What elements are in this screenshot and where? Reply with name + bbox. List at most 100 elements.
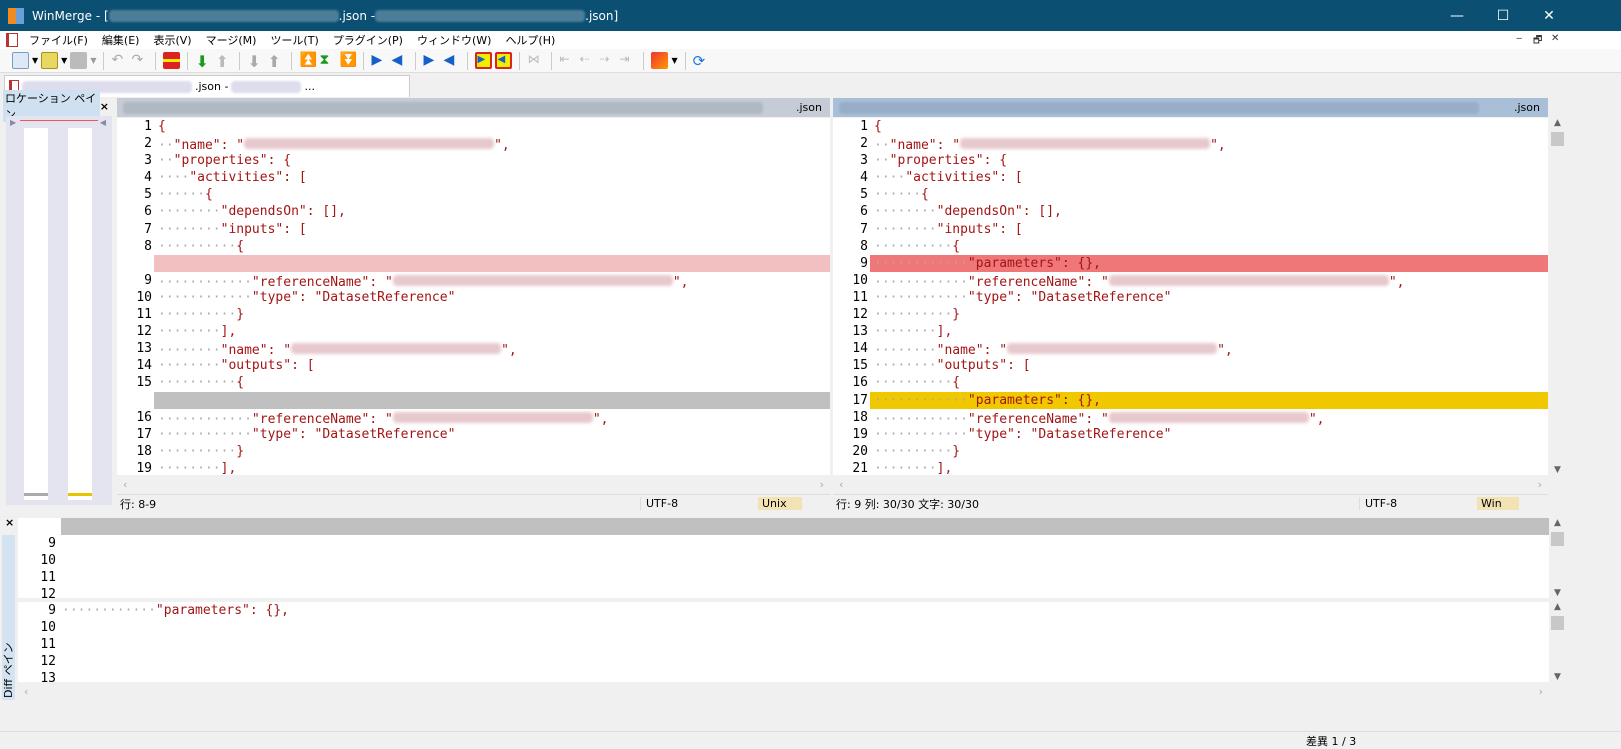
diff-hscrollbar[interactable]: ‹ › (18, 683, 1549, 700)
code-body (58, 619, 1550, 636)
main-vscrollbar[interactable]: ▲ ▼ (1549, 118, 1566, 475)
code-line: 2 ··"name": " ", (117, 135, 830, 153)
diff-pane-right[interactable]: 9 ············"parameters": {}, 10 11 12 13 (18, 602, 1550, 686)
copy-left-advance-icon[interactable]: ◀ (443, 52, 460, 69)
right-status-eol[interactable]: Win (1477, 497, 1519, 510)
code-text: } (236, 307, 245, 323)
menu-help[interactable]: ヘルプ(H) (498, 32, 562, 48)
mdi-minimize-button[interactable]: ‒ (1516, 33, 1522, 44)
status-bar: 差異 1 / 3 (0, 731, 1621, 749)
code-tail: ", (501, 343, 517, 359)
next-conflict-icon[interactable]: ⬇ (247, 52, 264, 71)
copy-all-right-icon[interactable]: ▶ (475, 52, 493, 69)
line-number: 10 (136, 289, 152, 305)
undo-icon[interactable]: ↶ (111, 52, 128, 69)
redacted-value (291, 343, 502, 355)
next-file2-icon[interactable]: ⇥ (619, 52, 636, 69)
line-number: 17 (852, 392, 868, 408)
select-diff-icon[interactable] (163, 52, 181, 69)
first-diff-icon[interactable]: ⏫ (299, 52, 316, 69)
code-line: 16 ············"referenceName": " ", (117, 409, 830, 427)
menu-edit[interactable]: 編集(E) (95, 32, 147, 48)
mdi-restore-button[interactable]: 🗗 (1533, 33, 1542, 50)
left-status-eol[interactable]: Unix (758, 497, 802, 510)
line-number: 15 (852, 358, 868, 374)
prev-file-icon[interactable]: ⇤ (559, 52, 576, 69)
code-body: ············"type": "DatasetReference" (870, 426, 1548, 443)
code-text: { (874, 119, 882, 134)
indent-dots: ········ (158, 358, 221, 374)
next-diff-icon[interactable]: ⬇ (195, 52, 212, 71)
code-body: ········], (870, 323, 1548, 340)
open-icon[interactable] (41, 52, 59, 69)
diff-bottom-vscrollbar[interactable]: ▲ ▼ (1549, 602, 1566, 682)
menu-merge[interactable]: マージ(M) (199, 32, 264, 48)
diff-pane-left[interactable]: 9 10 11 12 (18, 518, 1550, 602)
new-icon[interactable] (12, 52, 29, 69)
menu-file[interactable]: ファイル(F) (22, 32, 95, 48)
code-text: "referenceName": " (251, 274, 393, 290)
left-hscrollbar[interactable]: ‹ › (117, 476, 830, 493)
code-line: 20 ··········} (833, 443, 1548, 460)
left-location-bar[interactable] (24, 128, 48, 500)
prev-file2-icon[interactable]: ⇠ (579, 52, 596, 69)
right-code-view[interactable]: 1{2 ··"name": " ", 3 ··"properties": {4 ····"… (833, 118, 1548, 475)
code-line: 9 (18, 535, 1550, 553)
code-text: "parameters": {}, (967, 255, 1101, 271)
menu-view[interactable]: 表示(V) (146, 32, 198, 48)
right-location-bar[interactable] (68, 128, 92, 500)
toolbar: ▼ ▼ ▼ ↶ ↷ ⬇ ⬆ ⬇ ⬆ ⏫ ⧗ ⏬ ▶ ◀ ▶ ◀ ▶ ◀ ⋈ ⇤ … (0, 49, 1621, 73)
last-diff-icon[interactable]: ⏬ (339, 52, 356, 69)
code-body (58, 653, 1550, 670)
location-pane-close-button[interactable]: × (100, 100, 113, 113)
line-number: 9 (48, 536, 56, 551)
redo-icon[interactable]: ↷ (131, 52, 148, 69)
close-button[interactable]: ✕ (1526, 0, 1572, 31)
indent-dots: ······ (874, 187, 921, 203)
code-text: "name": " (936, 343, 1008, 359)
line-number: 16 (852, 375, 868, 391)
code-text: "parameters": {}, (155, 603, 289, 618)
code-body: ··········} (870, 306, 1548, 323)
line-number: 9 (860, 255, 868, 271)
location-map[interactable]: ▶ ◀ (6, 116, 112, 505)
window-title: WinMerge - [ .json - .json] (32, 9, 618, 23)
code-line: 17 ············"type": "DatasetReference" (117, 426, 830, 443)
code-line: 11 (18, 636, 1550, 653)
options-icon[interactable] (651, 52, 669, 69)
maximize-button[interactable]: ☐ (1480, 0, 1526, 31)
copy-left-icon[interactable]: ◀ (391, 52, 408, 69)
diff-pane-close-button[interactable]: × (5, 516, 14, 529)
save-icon[interactable] (70, 52, 88, 69)
diff-top-vscrollbar[interactable]: ▲ ▼ (1549, 518, 1566, 598)
redacted-value (1007, 343, 1218, 355)
redacted-value (960, 138, 1211, 150)
left-pane-header: .json (117, 98, 830, 117)
mdi-close-button[interactable]: ✕ (1551, 33, 1559, 44)
right-hscrollbar[interactable]: ‹ › (833, 476, 1548, 493)
code-line: 13 ········"name": " ", (117, 340, 830, 359)
menu-tools[interactable]: ツール(T) (263, 32, 325, 48)
copy-all-left-icon[interactable]: ◀ (495, 52, 513, 69)
code-line: 9 ············"parameters": {}, (833, 254, 1548, 272)
copy-right-icon[interactable]: ▶ (371, 52, 388, 69)
copy-right-advance-icon[interactable]: ▶ (423, 52, 440, 69)
code-line: 14 ········"name": " ", (833, 340, 1548, 359)
line-number: 11 (136, 307, 152, 323)
prev-diff-icon[interactable]: ⬆ (215, 52, 232, 71)
code-body: ············"referenceName": " ", (154, 272, 830, 290)
auto-merge-icon[interactable]: ⋈ (527, 52, 544, 69)
code-text: "type": "DatasetReference" (251, 289, 456, 305)
document-icon[interactable] (6, 33, 18, 47)
refresh-icon[interactable]: ⟳ (693, 52, 710, 70)
line-number: 9 (144, 272, 152, 288)
next-file-icon[interactable]: ⇢ (599, 52, 616, 69)
code-line: 18 ············"referenceName": " ", (833, 409, 1548, 427)
left-code-view[interactable]: 1{2 ··"name": " ", 3 ··"properties": {4 ····"… (117, 118, 830, 475)
minimize-button[interactable]: — (1434, 0, 1480, 31)
menu-plugins[interactable]: プラグイン(P) (326, 32, 410, 48)
code-body: ··········{ (870, 374, 1548, 391)
current-diff-icon[interactable]: ⧗ (319, 52, 336, 69)
menu-window[interactable]: ウィンドウ(W) (410, 32, 498, 48)
prev-conflict-icon[interactable]: ⬆ (267, 52, 284, 71)
